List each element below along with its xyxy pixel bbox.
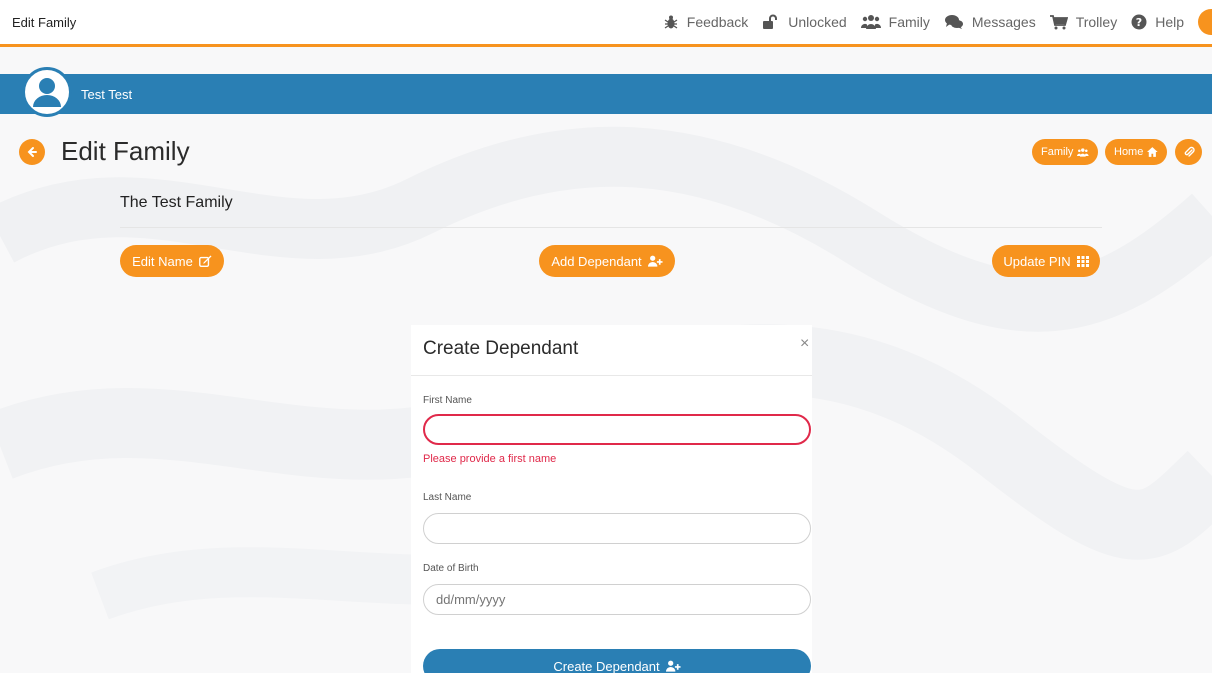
modal-divider — [411, 375, 812, 376]
users-icon — [860, 15, 881, 29]
add-dependant-label: Add Dependant — [551, 253, 642, 269]
edit-name-button[interactable]: Edit Name — [120, 245, 224, 277]
question-circle-icon: ? — [1131, 14, 1147, 30]
first-name-input[interactable] — [423, 414, 811, 445]
nav-feedback-label: Feedback — [686, 14, 749, 30]
dob-label: Date of Birth — [423, 563, 479, 574]
close-icon[interactable]: × — [800, 335, 809, 353]
nav-unlocked-label: Unlocked — [788, 14, 847, 30]
last-name-input[interactable] — [423, 513, 811, 544]
nav-feedback[interactable]: Feedback — [663, 14, 748, 30]
user-plus-icon — [647, 255, 663, 267]
first-name-label: First Name — [423, 395, 472, 406]
nav-unlocked[interactable]: Unlocked — [762, 14, 847, 30]
svg-text:?: ? — [1136, 16, 1142, 29]
edit-icon — [198, 255, 212, 267]
create-dependant-label: Create Dependant — [553, 658, 660, 673]
family-link-button[interactable]: Family — [1032, 139, 1098, 165]
section-divider — [120, 227, 1102, 228]
nav-family[interactable]: Family — [860, 14, 930, 30]
nav-messages[interactable]: Messages — [944, 14, 1036, 30]
add-dependant-button[interactable]: Add Dependant — [539, 245, 675, 277]
edit-name-label: Edit Name — [132, 253, 193, 269]
nav-family-label: Family — [888, 14, 930, 30]
cart-icon — [1049, 15, 1068, 30]
family-name: The Test Family — [120, 194, 233, 211]
modal-title: Create Dependant — [423, 338, 579, 359]
home-icon — [1147, 147, 1158, 157]
user-menu-button[interactable] — [1198, 9, 1212, 35]
nav-trolley-label: Trolley — [1075, 14, 1118, 30]
users-icon — [1077, 147, 1089, 157]
back-button[interactable] — [19, 139, 45, 165]
user-icon — [33, 78, 61, 107]
arrow-left-icon — [27, 147, 37, 157]
last-name-label: Last Name — [423, 492, 472, 503]
nav-help[interactable]: ? Help — [1131, 14, 1184, 30]
page-title: Edit Family — [61, 136, 190, 166]
avatar[interactable] — [22, 67, 72, 117]
nav-trolley[interactable]: Trolley — [1049, 14, 1118, 30]
first-name-error: Please provide a first name — [423, 453, 557, 465]
home-link-label: Home — [1114, 146, 1144, 158]
nav-messages-label: Messages — [971, 14, 1036, 30]
create-dependant-modal: Create Dependant × First Name Please pro… — [411, 325, 812, 673]
update-pin-button[interactable]: Update PIN — [992, 245, 1100, 277]
unlock-icon — [763, 14, 778, 29]
user-banner — [0, 74, 1212, 114]
comments-icon — [944, 15, 963, 29]
create-dependant-button[interactable]: Create Dependant — [423, 649, 811, 673]
update-pin-label: Update PIN — [1003, 253, 1071, 269]
bug-icon — [664, 15, 678, 29]
dob-input[interactable] — [423, 584, 811, 615]
home-link-button[interactable]: Home — [1105, 139, 1167, 165]
keypad-icon — [1076, 255, 1089, 267]
banner-user-name: Test Test — [81, 87, 133, 102]
app-title: Edit Family — [12, 15, 77, 30]
top-nav: Feedback Unlocked Family Messages Trolle… — [663, 0, 1212, 44]
family-link-label: Family — [1041, 146, 1074, 158]
user-plus-icon — [665, 660, 681, 672]
top-bar: Edit Family Feedback Unlocked Family Mes… — [0, 0, 1212, 47]
attachment-button[interactable] — [1175, 139, 1202, 165]
paperclip-icon — [1184, 146, 1195, 157]
nav-help-label: Help — [1155, 14, 1184, 30]
